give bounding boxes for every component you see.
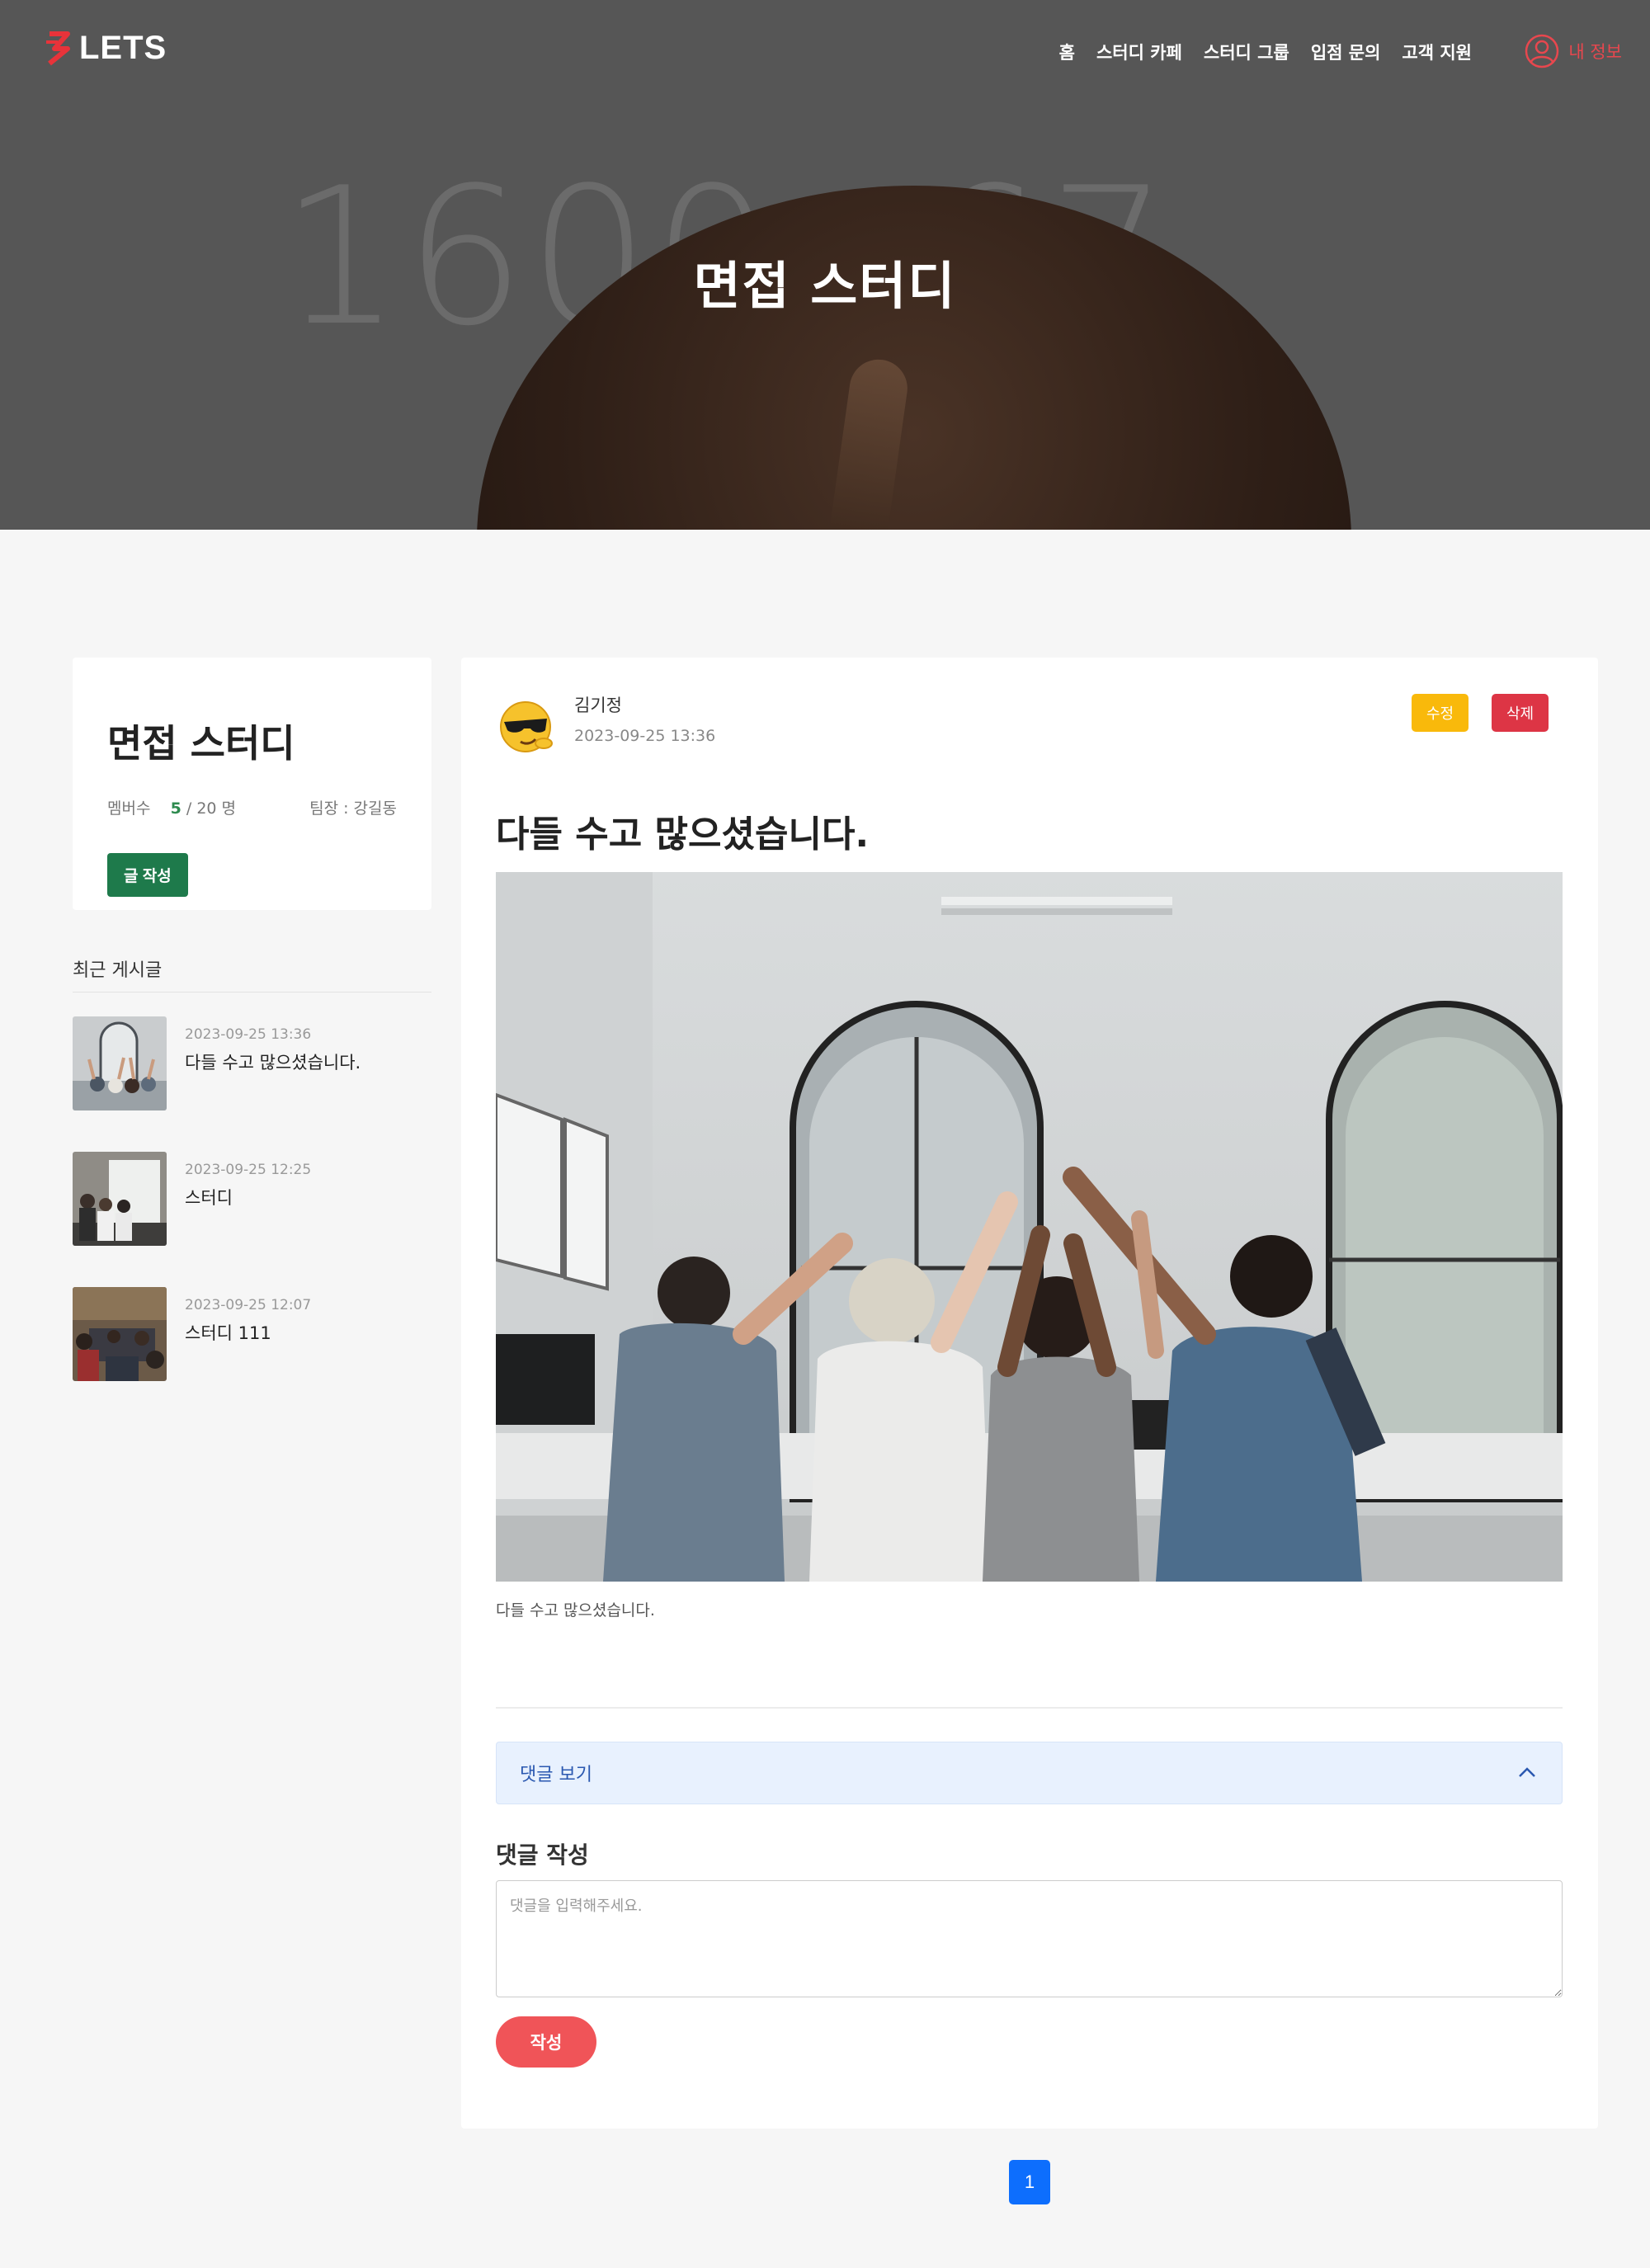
submit-comment-button[interactable]: 작성: [496, 2016, 596, 2068]
post-card: 김기정 2023-09-25 13:36 수정 삭제 다들 수고 많으셨습니다.: [461, 658, 1598, 2129]
nav-partner-inquiry[interactable]: 입점 문의: [1311, 40, 1381, 64]
recent-post-thumbnail: [73, 1016, 167, 1110]
recent-post-title: 다들 수고 많으셨습니다.: [185, 1053, 361, 1073]
recent-post-item[interactable]: 2023-09-25 12:07 스터디 111: [73, 1287, 431, 1384]
recent-post-thumbnail: [73, 1287, 167, 1381]
chevron-up-icon: [1519, 1767, 1535, 1777]
member-count-label: 멤버수: [107, 799, 151, 818]
logo-text: LETS: [79, 30, 167, 66]
logo[interactable]: LETS: [43, 30, 167, 67]
my-info-label: 내 정보: [1568, 42, 1622, 62]
recent-posts-title: 최근 게시글: [73, 960, 163, 981]
member-count-total: / 20 명: [181, 799, 237, 818]
nav-study-cafe[interactable]: 스터디 카페: [1096, 40, 1182, 64]
main-nav: 홈 스터디 카페 스터디 그룹 입점 문의 고객 지원: [1059, 40, 1472, 64]
post-date: 2023-09-25 13:36: [574, 727, 716, 745]
hero-banner: 1600 67 면접 스터디 LETS 홈 스터디 카페 스터디 그룹 입점 문…: [0, 0, 1650, 530]
write-post-button[interactable]: 글 작성: [107, 853, 188, 897]
post-image: [496, 872, 1563, 1582]
post-content: 다들 수고 많으셨습니다.: [496, 1601, 655, 1620]
member-count-current: 5: [170, 799, 182, 818]
post-divider: [496, 1707, 1563, 1709]
recent-post-item[interactable]: 2023-09-25 13:36 다들 수고 많으셨습니다.: [73, 1016, 431, 1114]
study-name: 면접 스터디: [107, 721, 295, 766]
nav-study-group[interactable]: 스터디 그룹: [1204, 40, 1289, 64]
recent-post-title: 스터디: [185, 1188, 233, 1208]
recent-post-date: 2023-09-25 13:36: [185, 1026, 312, 1043]
pagination-page-1[interactable]: 1: [1009, 2160, 1050, 2204]
recent-post-item[interactable]: 2023-09-25 12:25 스터디: [73, 1152, 431, 1249]
recent-posts-divider: [73, 992, 431, 993]
leader-name: 팀장 : 강길동: [309, 799, 397, 818]
member-count: 멤버수 5 / 20 명: [107, 796, 236, 818]
recent-post-date: 2023-09-25 12:25: [185, 1162, 312, 1178]
nav-support[interactable]: 고객 지원: [1402, 40, 1472, 64]
recent-post-date: 2023-09-25 12:07: [185, 1297, 312, 1313]
view-comments-toggle[interactable]: 댓글 보기: [496, 1742, 1563, 1804]
delete-post-button[interactable]: 삭제: [1492, 694, 1549, 732]
study-meta: 멤버수 5 / 20 명 팀장 : 강길동: [107, 796, 397, 818]
comment-input[interactable]: [496, 1880, 1563, 1997]
recent-post-thumbnail: [73, 1152, 167, 1246]
nav-home[interactable]: 홈: [1059, 40, 1075, 64]
post-title: 다들 수고 많으셨습니다.: [496, 813, 870, 856]
recent-post-title: 스터디 111: [185, 1323, 271, 1343]
study-info-card: 면접 스터디 멤버수 5 / 20 명 팀장 : 강길동 글 작성: [73, 658, 431, 910]
view-comments-label: 댓글 보기: [520, 1765, 592, 1785]
hero-title: 면접 스터디: [693, 256, 957, 316]
edit-post-button[interactable]: 수정: [1412, 694, 1469, 732]
comment-write-label: 댓글 작성: [496, 1841, 589, 1869]
logo-icon: [46, 31, 70, 65]
author-avatar: [500, 701, 553, 752]
post-author: 김기정: [574, 695, 622, 715]
user-icon: [1525, 34, 1559, 68]
my-info-link[interactable]: 내 정보: [1524, 33, 1622, 69]
